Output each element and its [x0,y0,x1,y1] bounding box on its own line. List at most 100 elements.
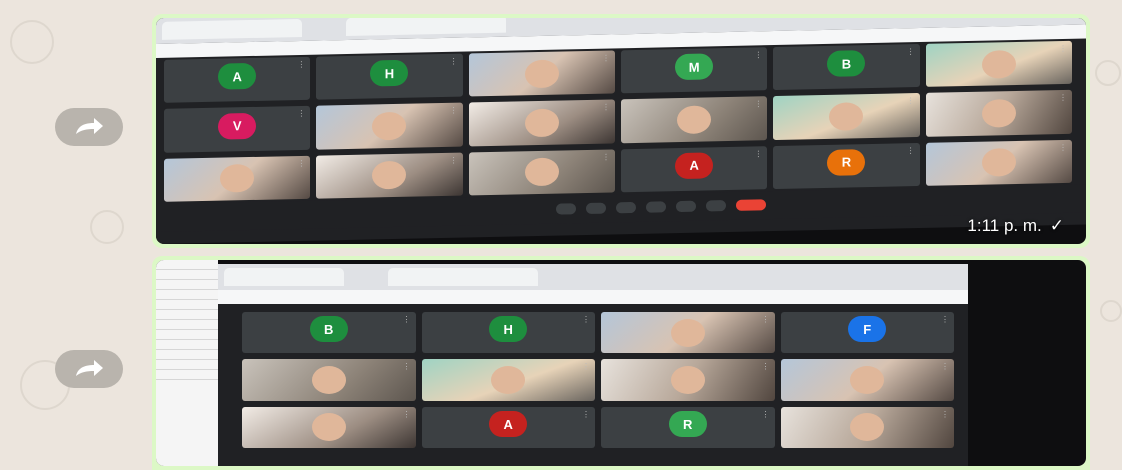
tile-options-icon[interactable]: ⋮ [907,146,915,155]
hang-up-button[interactable] [736,199,766,211]
participant-video [670,365,705,394]
participant-tile[interactable]: ⋮ [242,406,416,448]
participant-tile[interactable]: ⋮ [601,312,775,354]
captions-button[interactable] [616,201,636,214]
tile-options-icon[interactable]: ⋮ [941,410,949,419]
tile-options-icon[interactable]: ⋮ [1059,143,1067,152]
participant-tile[interactable]: ⋮ [925,90,1072,137]
tile-options-icon[interactable]: ⋮ [582,362,590,371]
tile-options-icon[interactable]: ⋮ [403,362,411,371]
tile-options-icon[interactable]: ⋮ [762,315,770,324]
tile-options-icon[interactable]: ⋮ [754,100,762,109]
address-bar [218,290,968,304]
spreadsheet-window [156,260,218,466]
participant-tile[interactable]: ⋮ A [421,406,595,448]
participant-avatar: F [848,316,887,343]
participant-tile[interactable]: ⋮ [601,359,775,401]
mic-button[interactable] [556,203,576,215]
participant-tile[interactable]: ⋮ R [601,406,775,448]
participant-tile[interactable]: ⋮ [780,406,954,448]
tile-options-icon[interactable]: ⋮ [297,159,305,168]
participant-tile[interactable]: ⋮ B [773,44,920,91]
tile-options-icon[interactable]: ⋮ [297,109,305,118]
message-meta: 1:11 p. m. ✓ [967,216,1064,236]
message-time: 1:11 p. m. [967,216,1042,235]
participant-tile[interactable]: ⋮ [316,102,463,150]
participant-tile[interactable]: ⋮ [773,93,920,140]
participant-avatar: B [827,50,866,78]
image-message[interactable]: ⋮ A ⋮ H ⋮ ⋮ M ⋮ B ⋮ ⋮ V ⋮ ⋮ ⋮ ⋮ ⋮ ⋮ ⋮ ⋮ ⋮ A ⋮ R ⋮ 1:11 p. m. ✓ [152,14,1090,248]
forward-button[interactable] [55,108,123,146]
participant-avatar: A [489,411,528,437]
tile-options-icon[interactable]: ⋮ [941,315,949,324]
forward-button[interactable] [55,350,123,388]
participant-tile[interactable]: ⋮ A [620,145,768,193]
tile-options-icon[interactable]: ⋮ [907,96,915,105]
participant-video [829,102,864,131]
participant-tile[interactable]: ⋮ [316,152,463,199]
participant-video [220,164,255,193]
tile-options-icon[interactable]: ⋮ [403,315,411,324]
participant-tile[interactable]: ⋮ H [421,312,595,354]
participant-video [311,365,346,394]
tile-options-icon[interactable]: ⋮ [941,362,949,371]
browser-tab [346,18,506,37]
tile-options-icon[interactable]: ⋮ [1059,93,1067,102]
participant-tile[interactable]: ⋮ [242,359,416,401]
tile-options-icon[interactable]: ⋮ [907,47,915,56]
tile-options-icon[interactable]: ⋮ [450,106,458,115]
participant-video [524,59,559,88]
participant-video [981,148,1016,178]
raise-hand-button[interactable] [646,201,666,213]
tile-options-icon[interactable]: ⋮ [297,60,305,69]
tile-options-icon[interactable]: ⋮ [762,410,770,419]
participant-tile[interactable]: ⋮ [468,99,615,147]
tile-options-icon[interactable]: ⋮ [602,152,610,161]
participant-tile[interactable]: ⋮ B [242,312,416,354]
participant-tile[interactable]: ⋮ [468,149,615,196]
laptop-screen: ⋮ A ⋮ H ⋮ ⋮ M ⋮ B ⋮ ⋮ V ⋮ ⋮ ⋮ ⋮ ⋮ ⋮ ⋮ ⋮ ⋮ A ⋮ R ⋮ [156,18,1086,244]
participant-tile[interactable]: ⋮ [620,96,768,143]
participant-tile[interactable]: ⋮ M [620,47,768,94]
laptop-screen: ⋮ B ⋮ H ⋮ ⋮ F ⋮ ⋮ ⋮ ⋮ ⋮ ⋮ A ⋮ R ⋮ [218,264,968,466]
more-options-button[interactable] [706,200,726,212]
participant-tile[interactable]: ⋮ [468,50,615,97]
participant-tile[interactable]: ⋮ H [316,53,463,100]
participant-avatar: R [668,411,707,437]
participant-tile[interactable]: ⋮ R [773,142,920,190]
browser-tab [388,268,538,286]
photo[interactable]: ⋮ B ⋮ H ⋮ ⋮ F ⋮ ⋮ ⋮ ⋮ ⋮ ⋮ A ⋮ R ⋮ [156,260,1086,466]
tile-options-icon[interactable]: ⋮ [582,315,590,324]
tile-options-icon[interactable]: ⋮ [754,50,762,59]
participant-video [491,365,526,394]
tile-options-icon[interactable]: ⋮ [450,155,458,164]
participant-video [981,98,1016,128]
present-button[interactable] [676,200,696,213]
photo[interactable]: ⋮ A ⋮ H ⋮ ⋮ M ⋮ B ⋮ ⋮ V ⋮ ⋮ ⋮ ⋮ ⋮ ⋮ ⋮ ⋮ ⋮ A ⋮ R ⋮ 1:11 p. m. ✓ [156,18,1086,244]
tile-options-icon[interactable]: ⋮ [403,410,411,419]
participant-tile[interactable]: ⋮ [925,139,1072,186]
participant-tile[interactable]: ⋮ V [164,106,311,153]
participant-video [850,413,885,442]
image-message[interactable]: ⋮ B ⋮ H ⋮ ⋮ F ⋮ ⋮ ⋮ ⋮ ⋮ ⋮ A ⋮ R ⋮ [152,256,1090,470]
tile-options-icon[interactable]: ⋮ [762,362,770,371]
tile-options-icon[interactable]: ⋮ [1059,44,1067,53]
participant-tile[interactable]: ⋮ [164,155,311,202]
camera-button[interactable] [586,202,606,214]
participant-grid: ⋮ B ⋮ H ⋮ ⋮ F ⋮ ⋮ ⋮ ⋮ ⋮ ⋮ A ⋮ R ⋮ [242,312,954,448]
participant-avatar: A [218,63,257,90]
participant-tile[interactable]: ⋮ [925,40,1072,88]
participant-video [981,49,1016,79]
participant-tile[interactable]: ⋮ F [780,312,954,354]
participant-video [372,161,407,190]
tile-options-icon[interactable]: ⋮ [602,53,610,62]
tile-options-icon[interactable]: ⋮ [450,57,458,66]
tile-options-icon[interactable]: ⋮ [582,410,590,419]
participant-tile[interactable]: ⋮ [421,359,595,401]
tile-options-icon[interactable]: ⋮ [602,103,610,112]
tile-options-icon[interactable]: ⋮ [754,149,762,158]
participant-video [677,105,712,135]
participant-tile[interactable]: ⋮ A [164,56,311,104]
participant-video [850,365,885,394]
participant-tile[interactable]: ⋮ [780,359,954,401]
